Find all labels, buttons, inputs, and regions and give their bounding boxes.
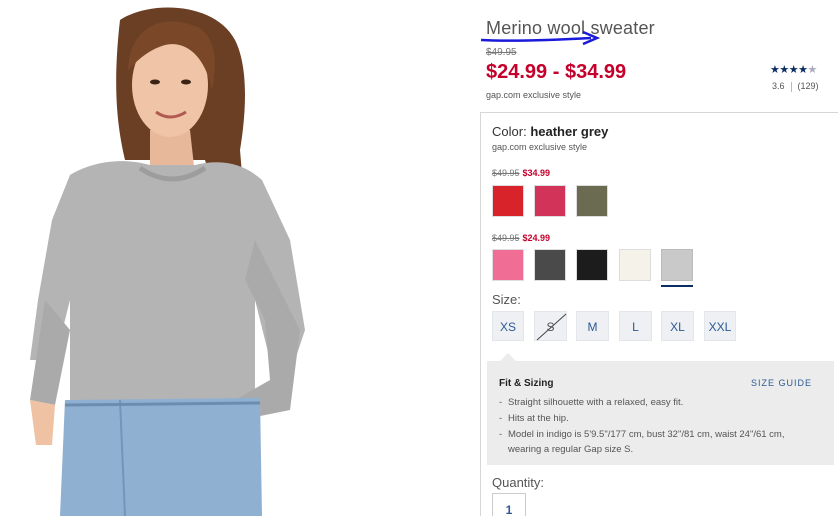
quantity-label: Quantity: (492, 475, 545, 490)
size-guide-link[interactable]: SIZE GUIDE (751, 378, 812, 388)
selected-color-name: heather grey (530, 124, 609, 139)
divider (790, 81, 792, 92)
color-exclusive-note: gap.com exclusive style (492, 142, 588, 152)
fit-detail-item: Model in indigo is 5'9.5"/177 cm, bust 3… (499, 427, 819, 457)
swatch-olive[interactable] (576, 185, 608, 217)
fit-details-list: Straight silhouette with a relaxed, easy… (499, 395, 819, 458)
fit-detail-item: Straight silhouette with a relaxed, easy… (499, 395, 819, 410)
size-label: Size: (492, 292, 521, 307)
color-label-text: Color: (492, 124, 527, 139)
star-icon: ★★★★ (770, 64, 808, 76)
exclusive-note: gap.com exclusive style (486, 90, 582, 100)
selected-swatch-indicator (661, 285, 693, 287)
size-s-button[interactable]: S (534, 311, 567, 341)
fit-panel-notch (500, 353, 516, 361)
tier-original-price: $49.95 (492, 168, 520, 178)
star-empty-icon: ★ (807, 64, 817, 76)
price-range: $24.99 - $34.99 (486, 61, 627, 83)
star-rating[interactable]: ★★★★★ (770, 63, 817, 76)
swatch-ivory[interactable] (619, 249, 651, 281)
rating-summary[interactable]: 3.6 (129) (772, 81, 819, 92)
size-xxl-button[interactable]: XXL (704, 311, 736, 341)
size-m-button[interactable]: M (576, 311, 609, 341)
model-image (30, 7, 305, 516)
tier-sale-price: $34.99 (522, 168, 551, 178)
size-xs-button[interactable]: XS (492, 311, 524, 341)
review-count[interactable]: (129) (798, 81, 819, 91)
unavailable-slash-icon (536, 313, 567, 341)
color-label: Color: heather grey (492, 124, 608, 139)
size-xl-button[interactable]: XL (661, 311, 694, 341)
tier-sale-price: $24.99 (522, 233, 551, 243)
product-photo[interactable] (0, 0, 340, 516)
swatch-black[interactable] (576, 249, 608, 281)
annotation-arrow-icon (480, 30, 601, 46)
price-tier-2: $49.95 $24.99 (492, 233, 550, 243)
size-l-button[interactable]: L (619, 311, 652, 341)
swatch-pink[interactable] (492, 249, 524, 281)
fit-title: Fit & Sizing (499, 378, 554, 389)
swatch-red[interactable] (492, 185, 524, 217)
quantity-input[interactable]: 1 (492, 493, 526, 516)
fit-detail-item: Hits at the hip. (499, 411, 819, 426)
price-tier-1: $49.95 $34.99 (492, 168, 550, 178)
swatch-heather-grey[interactable] (661, 249, 693, 281)
rating-value: 3.6 (772, 81, 785, 91)
swatch-charcoal[interactable] (534, 249, 566, 281)
tier-original-price: $49.95 (492, 233, 520, 243)
swatch-raspberry[interactable] (534, 185, 566, 217)
original-price: $49.95 (486, 47, 517, 58)
